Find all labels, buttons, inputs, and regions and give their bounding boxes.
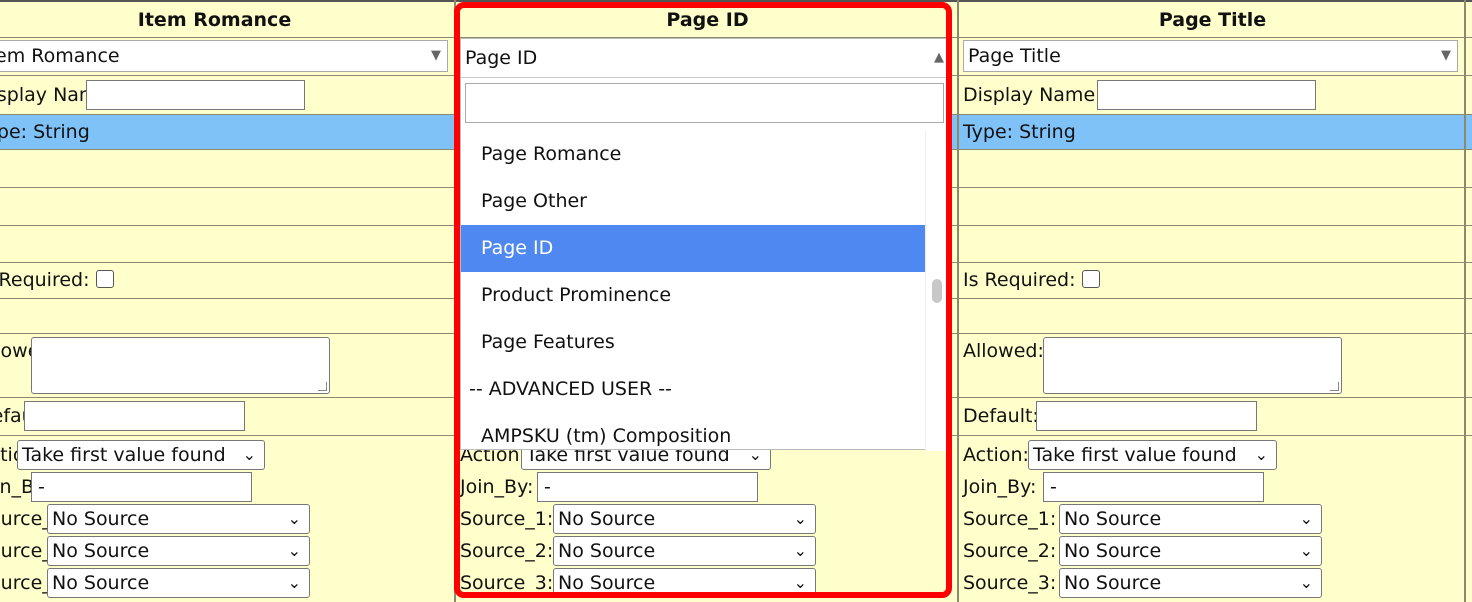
dropdown-option[interactable]: Page Romance: [461, 131, 927, 178]
chevron-down-icon: ⌄: [287, 573, 301, 592]
source-2-label: Source_2:: [460, 540, 554, 562]
action-label: Action:: [963, 444, 1029, 466]
chevron-down-icon: ⌄: [1299, 509, 1313, 528]
dropdown-option[interactable]: Page Other: [461, 178, 927, 225]
dropdown-option[interactable]: Page Features: [461, 319, 927, 366]
source-3-label: Source_3:: [963, 572, 1057, 594]
field-select-open[interactable]: Page ID ▲: [461, 39, 948, 78]
display-name-label: Display Name:: [963, 84, 1102, 106]
source-2-select[interactable]: No Source ⌄: [47, 536, 310, 566]
join-by-input[interactable]: -: [1043, 472, 1264, 502]
is-required-label: Is Required:: [0, 269, 90, 291]
chevron-down-icon: ⌄: [287, 509, 301, 528]
column-page-title: Page Title Page Title ▼ Display Name: Typ…: [959, 0, 1466, 602]
dropdown-group-label: -- ADVANCED USER --: [469, 378, 672, 400]
display-name-input[interactable]: [86, 80, 305, 110]
triangle-down-icon: ▼: [431, 48, 441, 63]
default-label: Default:: [963, 405, 1039, 427]
type-row: Type: String: [0, 115, 454, 150]
column-header: Page ID: [456, 0, 957, 38]
allowed-textarea[interactable]: [31, 337, 330, 394]
source-2-label: Source_2:: [963, 540, 1057, 562]
is-required-checkbox[interactable]: [1081, 270, 1100, 288]
triangle-up-icon: ▲: [934, 50, 944, 65]
scrollbar-thumb[interactable]: [932, 279, 942, 303]
action-select[interactable]: Take first value found ⌄: [17, 440, 265, 470]
field-dropdown: Page ID ▲ Page Romance Page Other Page ID P…: [460, 38, 949, 451]
column-header: Item Romance: [0, 0, 454, 38]
chevron-down-icon: ⌄: [1299, 541, 1313, 560]
source-3-select[interactable]: No Source ⌄: [47, 568, 310, 598]
source-1-label: Source_1:: [963, 508, 1057, 530]
chevron-down-icon: ⌄: [287, 541, 301, 560]
is-required-label: Is Required:: [963, 269, 1076, 291]
field-select[interactable]: Page Title ▼: [963, 40, 1458, 72]
chevron-down-icon: ⌄: [793, 541, 807, 560]
chevron-down-icon: ⌄: [1299, 573, 1313, 592]
join-by-input[interactable]: -: [537, 472, 758, 502]
dropdown-option[interactable]: Page ID: [461, 225, 927, 272]
dropdown-scrollbar[interactable]: [925, 131, 948, 451]
join-by-label: Join_By:: [460, 476, 534, 498]
join-by-input[interactable]: -: [31, 472, 252, 502]
default-input[interactable]: [24, 401, 245, 431]
column-header: Page Title: [959, 0, 1464, 38]
type-row: Type: String: [959, 115, 1464, 150]
action-select[interactable]: Take first value found ⌄: [1028, 440, 1277, 470]
dropdown-option[interactable]: Product Prominence: [461, 272, 927, 319]
join-by-label: Join_By:: [963, 476, 1037, 498]
source-3-select[interactable]: No Source ⌄: [553, 568, 816, 598]
chevron-down-icon: ⌄: [793, 509, 807, 528]
is-required-checkbox[interactable]: [95, 270, 114, 288]
source-1-select[interactable]: No Source ⌄: [47, 504, 310, 534]
column-item-romance: Item Romance Item Romance▼ Display Name:…: [0, 0, 456, 602]
triangle-down-icon: ▼: [1441, 48, 1451, 63]
default-input[interactable]: [1036, 401, 1257, 431]
source-1-select[interactable]: No Source ⌄: [1059, 504, 1322, 534]
source-1-select[interactable]: No Source ⌄: [553, 504, 816, 534]
source-2-select[interactable]: No Source ⌄: [1059, 536, 1322, 566]
dropdown-search-input[interactable]: [465, 83, 944, 123]
dropdown-option[interactable]: AMPSKU (tm) Composition: [461, 413, 927, 451]
chevron-down-icon: ⌄: [1254, 445, 1268, 464]
field-select[interactable]: Item Romance▼: [0, 40, 448, 72]
source-2-select[interactable]: No Source ⌄: [553, 536, 816, 566]
chevron-down-icon: ⌄: [793, 573, 807, 592]
column-next: [1466, 0, 1472, 602]
allowed-textarea[interactable]: [1043, 337, 1342, 394]
allowed-label: Allowed:: [963, 340, 1044, 362]
chevron-down-icon: ⌄: [242, 445, 256, 464]
source-3-select[interactable]: No Source ⌄: [1059, 568, 1322, 598]
dropdown-options: Page Romance Page Other Page ID Product Pro…: [461, 131, 927, 451]
source-1-label: Source_1:: [460, 508, 554, 530]
display-name-input[interactable]: [1097, 80, 1316, 110]
source-3-label: Source_3:: [460, 572, 554, 594]
